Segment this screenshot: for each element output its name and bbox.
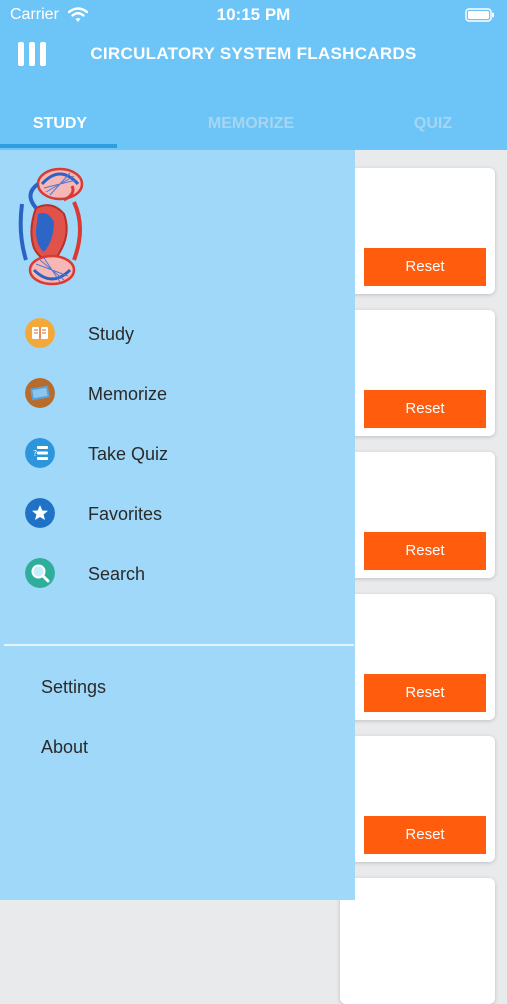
battery-icon <box>465 8 494 22</box>
drawer-item-settings[interactable]: Settings <box>41 677 106 698</box>
reset-button[interactable]: Reset <box>364 816 486 854</box>
svg-text:?: ? <box>33 449 37 458</box>
reset-button[interactable]: Reset <box>364 390 486 428</box>
drawer-item-favorites[interactable]: Favorites <box>0 492 355 542</box>
page-title: CIRCULATORY SYSTEM FLASHCARDS <box>90 44 417 63</box>
tab-memorize[interactable]: MEMORIZE <box>186 110 316 146</box>
drawer-item-label: Search <box>88 564 146 584</box>
side-drawer: Study Memorize ? Take Quiz Favorites Sea… <box>0 150 355 900</box>
flashcard[interactable] <box>340 878 495 1004</box>
book-icon <box>25 318 55 348</box>
reset-button[interactable]: Reset <box>364 532 486 570</box>
star-icon <box>25 498 55 528</box>
reset-button[interactable]: Reset <box>364 674 486 712</box>
drawer-item-label: Favorites <box>88 504 163 524</box>
drawer-item-label: Study <box>88 324 135 344</box>
heart-circulation-icon <box>18 167 84 286</box>
drawer-item-about[interactable]: About <box>41 737 88 758</box>
flashcard-icon <box>25 378 55 408</box>
tab-study[interactable]: STUDY <box>0 110 120 146</box>
flashcard[interactable]: Reset <box>340 594 495 720</box>
flashcard[interactable]: Reset <box>340 168 495 294</box>
quiz-list-icon: ? <box>25 438 55 468</box>
clock: 10:15 PM <box>216 5 291 24</box>
drawer-item-memorize[interactable]: Memorize <box>0 372 355 422</box>
app-header: Carrier 10:15 PM CIRCULATORY SYSTEM FLAS… <box>0 0 507 150</box>
drawer-divider <box>4 644 354 646</box>
drawer-item-label: Take Quiz <box>88 444 169 464</box>
drawer-item-search[interactable]: Search <box>0 552 355 602</box>
tab-quiz[interactable]: QUIZ <box>390 110 476 146</box>
active-tab-indicator <box>0 144 117 148</box>
drawer-item-study[interactable]: Study <box>0 312 355 362</box>
drawer-item-label: Memorize <box>88 384 168 404</box>
flashcard[interactable]: Reset <box>340 310 495 436</box>
reset-button[interactable]: Reset <box>364 248 486 286</box>
flashcard[interactable]: Reset <box>340 452 495 578</box>
status-bar: Carrier 10:15 PM <box>0 0 507 30</box>
flashcard[interactable]: Reset <box>340 736 495 862</box>
drawer-item-take-quiz[interactable]: ? Take Quiz <box>0 432 355 482</box>
search-icon <box>25 558 55 588</box>
